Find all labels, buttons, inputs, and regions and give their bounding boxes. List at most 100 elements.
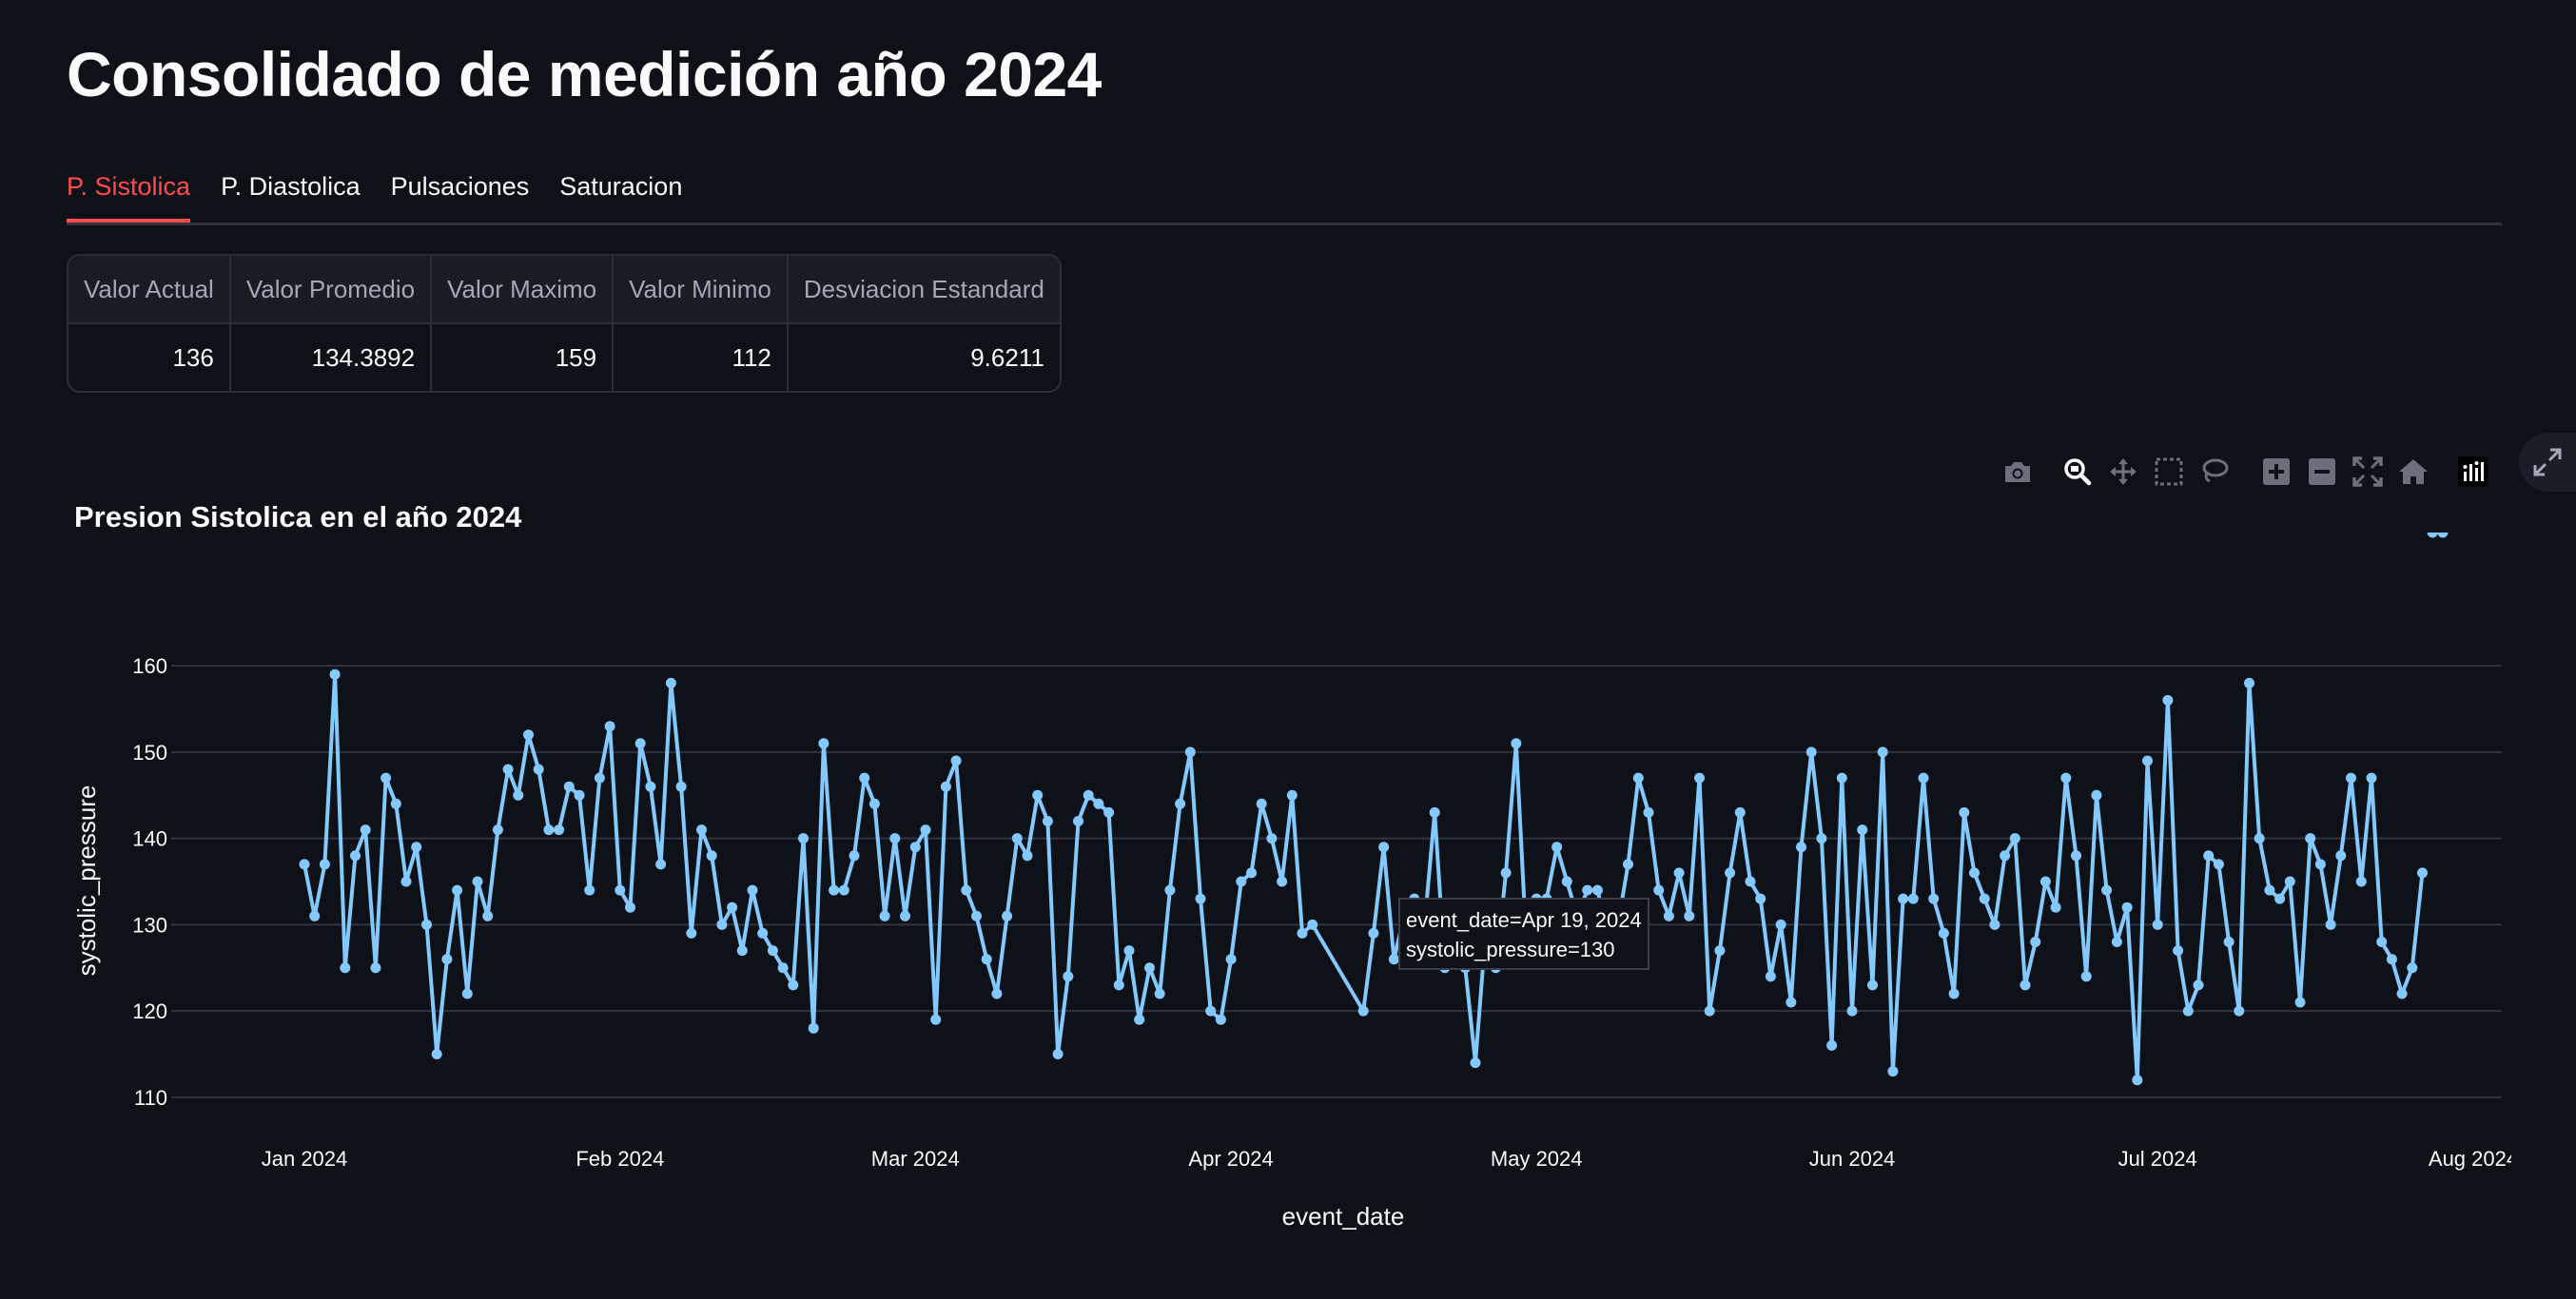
data-point[interactable] — [2213, 859, 2224, 870]
data-point[interactable] — [2254, 833, 2265, 844]
data-point[interactable] — [1134, 1014, 1145, 1025]
data-point[interactable] — [2030, 937, 2041, 947]
data-point[interactable] — [2173, 945, 2184, 957]
data-point[interactable] — [696, 824, 707, 836]
data-point[interactable] — [736, 945, 748, 957]
camera-icon[interactable] — [2000, 455, 2035, 489]
data-point[interactable] — [829, 884, 840, 896]
data-point[interactable] — [543, 824, 555, 836]
data-point[interactable] — [777, 962, 789, 974]
data-point[interactable] — [1591, 884, 1603, 896]
data-point[interactable] — [1725, 867, 1736, 879]
data-point[interactable] — [706, 850, 717, 862]
data-point[interactable] — [645, 781, 656, 792]
zoom-out-icon[interactable] — [2305, 455, 2339, 489]
data-point[interactable] — [625, 902, 635, 913]
data-point[interactable] — [461, 988, 473, 999]
data-point[interactable] — [319, 859, 330, 870]
data-point[interactable] — [1175, 798, 1186, 809]
header-valor-maximo[interactable]: Valor Maximo — [431, 256, 615, 324]
data-point[interactable] — [411, 842, 422, 853]
data-point[interactable] — [1256, 798, 1267, 809]
data-point[interactable] — [1500, 867, 1512, 879]
data-point[interactable] — [2417, 867, 2428, 879]
data-point[interactable] — [634, 738, 646, 749]
data-point[interactable] — [563, 781, 575, 792]
data-point[interactable] — [472, 876, 483, 887]
data-point[interactable] — [1561, 876, 1572, 887]
data-point[interactable] — [1551, 842, 1563, 853]
data-point[interactable] — [2325, 919, 2336, 930]
data-point[interactable] — [1083, 789, 1094, 801]
data-point[interactable] — [1684, 910, 1695, 921]
data-point[interactable] — [961, 884, 972, 896]
data-point[interactable] — [1663, 910, 1674, 921]
data-point[interactable] — [879, 910, 890, 921]
reset-axes-icon[interactable] — [2396, 455, 2430, 489]
data-point[interactable] — [1623, 859, 1633, 870]
data-point[interactable] — [2407, 962, 2418, 974]
tab-pulsaciones[interactable]: Pulsaciones — [391, 160, 530, 223]
data-point[interactable] — [2223, 937, 2234, 947]
data-point[interactable] — [1144, 962, 1155, 974]
data-point[interactable] — [1826, 1039, 1838, 1051]
data-point[interactable] — [492, 824, 503, 836]
data-point[interactable] — [2060, 772, 2072, 784]
data-point[interactable] — [554, 824, 565, 836]
data-point[interactable] — [1357, 1005, 1369, 1017]
data-point[interactable] — [1928, 893, 1940, 904]
data-point[interactable] — [2376, 937, 2388, 947]
data-point[interactable] — [340, 962, 351, 974]
data-point[interactable] — [1907, 893, 1919, 904]
data-point[interactable] — [1042, 816, 1053, 826]
data-point[interactable] — [2294, 997, 2306, 1008]
data-point[interactable] — [981, 954, 992, 965]
header-valor-actual[interactable]: Valor Actual — [68, 256, 231, 324]
data-point[interactable] — [2305, 833, 2316, 844]
data-point[interactable] — [2000, 850, 2011, 862]
data-point[interactable] — [1022, 850, 1033, 862]
data-point[interactable] — [1205, 1005, 1217, 1017]
data-point[interactable] — [950, 755, 962, 766]
data-point[interactable] — [370, 962, 381, 974]
data-point[interactable] — [838, 884, 849, 896]
data-point[interactable] — [441, 954, 453, 965]
lasso-select-icon[interactable] — [2197, 455, 2232, 489]
zoom-in-icon[interactable] — [2259, 455, 2293, 489]
data-point[interactable] — [2152, 919, 2163, 930]
data-point[interactable] — [1694, 772, 1705, 784]
data-point[interactable] — [1938, 927, 1949, 939]
zoom-icon[interactable] — [2060, 455, 2095, 489]
data-point[interactable] — [889, 833, 901, 844]
data-point[interactable] — [1011, 833, 1023, 844]
data-point[interactable] — [1989, 919, 2000, 930]
data-point[interactable] — [909, 842, 921, 853]
data-point[interactable] — [1225, 954, 1237, 965]
data-point[interactable] — [452, 884, 463, 896]
data-point[interactable] — [2355, 876, 2367, 887]
data-point[interactable] — [798, 833, 809, 844]
data-point[interactable] — [1154, 988, 1165, 999]
data-point[interactable] — [2234, 1005, 2245, 1017]
data-point[interactable] — [2182, 1005, 2194, 1017]
data-point[interactable] — [655, 859, 667, 870]
data-point[interactable] — [868, 798, 880, 809]
data-point[interactable] — [1948, 988, 1960, 999]
data-point[interactable] — [1673, 867, 1685, 879]
data-point[interactable] — [1113, 979, 1124, 991]
data-point[interactable] — [2132, 1075, 2143, 1086]
data-point[interactable] — [900, 910, 910, 921]
data-point[interactable] — [1979, 893, 1990, 904]
data-point[interactable] — [1918, 772, 1929, 784]
data-point[interactable] — [1164, 884, 1176, 896]
data-point[interactable] — [1775, 919, 1786, 930]
data-point[interactable] — [299, 859, 310, 870]
data-point[interactable] — [604, 721, 615, 732]
line-chart[interactable]: 110 120 130 140 150 160 Jan 2024 Feb 2024 Mar 2… — [0, 533, 2511, 1255]
data-point[interactable] — [686, 927, 697, 939]
data-point[interactable] — [788, 979, 799, 991]
fullscreen-icon[interactable] — [2519, 433, 2576, 492]
data-point[interactable] — [574, 789, 585, 801]
data-point[interactable] — [350, 850, 361, 862]
data-point[interactable] — [421, 919, 432, 930]
